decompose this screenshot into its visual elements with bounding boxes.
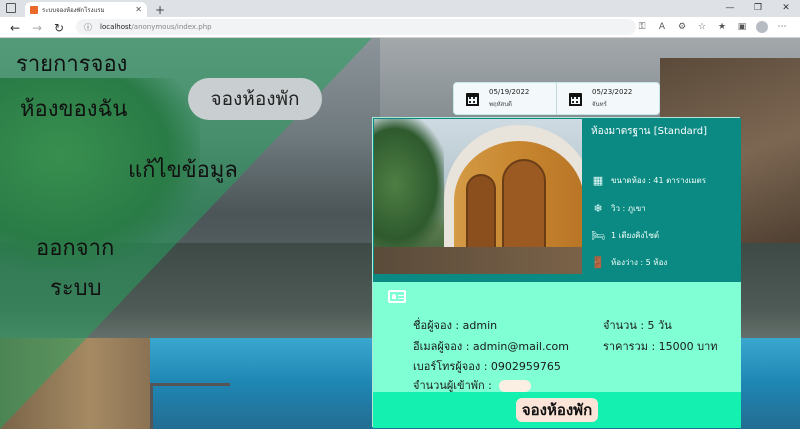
browser-tab[interactable]: ระบบจองห้องพักโรงแรม ✕ bbox=[25, 2, 147, 17]
calendar-icon bbox=[466, 92, 479, 106]
checkin-date-value: 05/19/2022 bbox=[489, 88, 530, 96]
browser-toolbar: ← → ↻ ⓘ localhost/anonymous/index.php ⚿ … bbox=[0, 17, 800, 38]
info-icon[interactable]: ⓘ bbox=[84, 22, 92, 33]
maximize-button[interactable]: ❐ bbox=[744, 0, 772, 17]
book-room-button[interactable]: จองห้องพัก bbox=[515, 398, 599, 422]
url-host: localhost bbox=[100, 23, 132, 31]
new-tab-button[interactable]: + bbox=[153, 3, 167, 17]
snowflake-icon: ❄ bbox=[593, 201, 603, 215]
tab-title: ระบบจองห้องพักโรงแรม bbox=[42, 6, 105, 14]
id-card-icon bbox=[388, 290, 406, 303]
forward-button[interactable]: → bbox=[28, 19, 46, 37]
browser-titlebar: ระบบจองห้องพักโรงแรม ✕ + — ❐ ✕ bbox=[0, 0, 800, 17]
window-menu-icon[interactable] bbox=[6, 3, 16, 13]
url-path: /anonymous/index.php bbox=[131, 23, 212, 31]
favicon-icon bbox=[30, 5, 38, 14]
guests-label: จำนวนผู้เข้าพัก : bbox=[413, 379, 492, 392]
back-button[interactable]: ← bbox=[6, 19, 24, 37]
checkout-date[interactable]: 05/23/2022 จันทร์ bbox=[556, 83, 659, 114]
building-icon: ▦ bbox=[592, 173, 604, 187]
page-content: รายการจอง ห้องของฉัน จองห้องพัก แก้ไขข้อ… bbox=[0, 38, 800, 429]
favorite-star-icon[interactable]: ☆ bbox=[692, 19, 712, 35]
tracking-icon[interactable]: ⚙ bbox=[672, 19, 692, 35]
booker-email: อีเมลผู้จอง : admin@mail.com bbox=[413, 340, 569, 353]
profile-avatar[interactable] bbox=[756, 21, 768, 33]
favorites-icon[interactable]: ★ bbox=[712, 19, 732, 35]
booking-card: ห้องมาตรฐาน [Standard] ▦ ขนาดห้อง : 41 ต… bbox=[372, 117, 741, 428]
menu-my-rooms[interactable]: ห้องของฉัน bbox=[20, 91, 127, 126]
booker-name: ชื่อผู้จอง : admin bbox=[413, 319, 498, 332]
toolbar-icons: ⚿ A ⚙ ☆ ★ ▣ ⋯ bbox=[632, 19, 792, 35]
checkin-date[interactable]: 05/19/2022 พฤหัสบดี bbox=[454, 83, 556, 114]
refresh-button[interactable]: ↻ bbox=[50, 19, 68, 37]
door-icon: 🚪 bbox=[591, 255, 605, 269]
menu-logout-line2[interactable]: ระบบ bbox=[50, 270, 102, 305]
room-available: 🚪 ห้องว่าง : 5 ห้อง bbox=[591, 255, 668, 269]
close-window-button[interactable]: ✕ bbox=[772, 0, 800, 17]
menu-book-room[interactable]: จองห้องพัก bbox=[188, 78, 322, 120]
background-railing bbox=[150, 383, 230, 429]
nights-count: จำนวน : 5 วัน bbox=[603, 319, 672, 332]
room-photo bbox=[374, 119, 582, 274]
room-name: ห้องมาตรฐาน [Standard] bbox=[591, 126, 707, 137]
total-price: ราคารวม : 15000 บาท bbox=[603, 340, 718, 353]
window-controls: — ❐ ✕ bbox=[716, 0, 800, 17]
bed-icon: 🛏 bbox=[591, 228, 605, 242]
read-aloud-icon[interactable]: A bbox=[652, 19, 672, 35]
room-size: ▦ ขนาดห้อง : 41 ตารางเมตร bbox=[592, 173, 706, 187]
booker-phone: เบอร์โทรผู้จอง : 0902959765 bbox=[413, 360, 561, 373]
booker-info: ชื่อผู้จอง : admin อีเมลผู้จอง : admin@m… bbox=[373, 282, 741, 392]
menu-logout-line1[interactable]: ออกจาก bbox=[36, 230, 114, 265]
menu-my-bookings[interactable]: รายการจอง bbox=[16, 46, 127, 81]
collections-icon[interactable]: ▣ bbox=[732, 19, 752, 35]
checkout-date-value: 05/23/2022 bbox=[592, 88, 633, 96]
key-icon[interactable]: ⚿ bbox=[632, 19, 652, 35]
checkout-weekday: จันทร์ bbox=[592, 101, 607, 108]
address-bar[interactable]: ⓘ localhost/anonymous/index.php bbox=[76, 19, 636, 35]
room-info: ห้องมาตรฐาน [Standard] ▦ ขนาดห้อง : 41 ต… bbox=[591, 122, 741, 268]
minimize-button[interactable]: — bbox=[716, 0, 744, 17]
more-menu-icon[interactable]: ⋯ bbox=[772, 19, 792, 35]
checkin-weekday: พฤหัสบดี bbox=[489, 101, 512, 108]
date-range[interactable]: 05/19/2022 พฤหัสบดี 05/23/2022 จันทร์ bbox=[453, 82, 660, 115]
guests-input[interactable] bbox=[499, 380, 532, 392]
room-view: ❄ วิว : ภูเขา bbox=[591, 201, 645, 215]
close-tab-icon[interactable]: ✕ bbox=[135, 5, 142, 14]
room-bed: 🛏 1 เตียงคิงไซต์ bbox=[591, 228, 660, 242]
calendar-icon bbox=[569, 92, 582, 106]
room-details: ห้องมาตรฐาน [Standard] ▦ ขนาดห้อง : 41 ต… bbox=[373, 118, 741, 282]
card-footer: จองห้องพัก bbox=[373, 392, 741, 428]
menu-edit-profile[interactable]: แก้ไขข้อมูล bbox=[128, 152, 238, 187]
